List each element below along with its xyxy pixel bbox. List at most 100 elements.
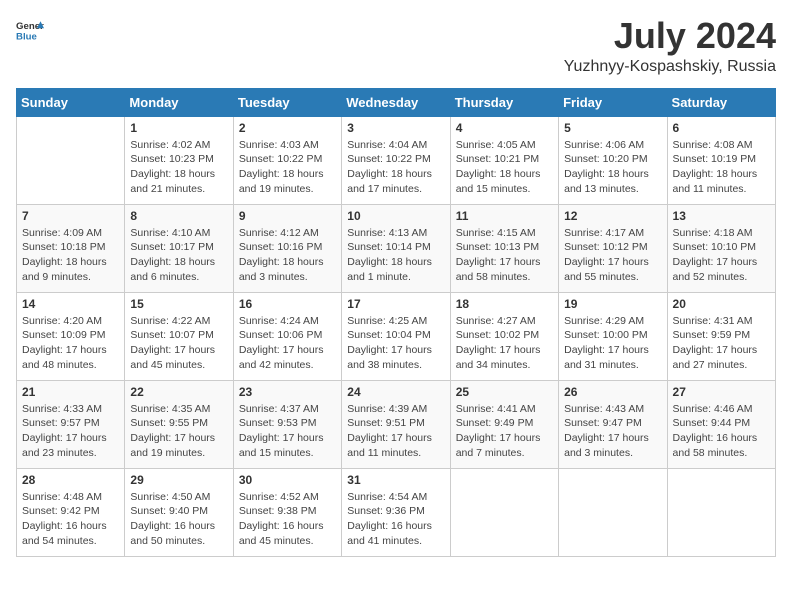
- day-header-thursday: Thursday: [450, 88, 558, 116]
- cell-info: Sunrise: 4:52 AMSunset: 9:38 PMDaylight:…: [239, 490, 336, 549]
- calendar-cell: 12 Sunrise: 4:17 AMSunset: 10:12 PMDaylig…: [559, 204, 667, 292]
- calendar-cell: 25 Sunrise: 4:41 AMSunset: 9:49 PMDayligh…: [450, 380, 558, 468]
- day-number: 10: [347, 209, 444, 223]
- cell-info: Sunrise: 4:18 AMSunset: 10:10 PMDaylight…: [673, 226, 770, 285]
- calendar-cell: 15 Sunrise: 4:22 AMSunset: 10:07 PMDaylig…: [125, 292, 233, 380]
- day-number: 14: [22, 297, 119, 311]
- calendar-cell: [17, 116, 125, 204]
- cell-info: Sunrise: 4:03 AMSunset: 10:22 PMDaylight…: [239, 138, 336, 197]
- calendar-body: 1 Sunrise: 4:02 AMSunset: 10:23 PMDayligh…: [17, 116, 776, 556]
- calendar-cell: 4 Sunrise: 4:05 AMSunset: 10:21 PMDayligh…: [450, 116, 558, 204]
- title-area: July 2024 Yuzhnyy-Kospashskiy, Russia: [564, 16, 776, 76]
- cell-info: Sunrise: 4:04 AMSunset: 10:22 PMDaylight…: [347, 138, 444, 197]
- calendar-cell: 14 Sunrise: 4:20 AMSunset: 10:09 PMDaylig…: [17, 292, 125, 380]
- cell-info: Sunrise: 4:27 AMSunset: 10:02 PMDaylight…: [456, 314, 553, 373]
- calendar-cell: 7 Sunrise: 4:09 AMSunset: 10:18 PMDayligh…: [17, 204, 125, 292]
- cell-info: Sunrise: 4:08 AMSunset: 10:19 PMDaylight…: [673, 138, 770, 197]
- day-header-sunday: Sunday: [17, 88, 125, 116]
- cell-info: Sunrise: 4:22 AMSunset: 10:07 PMDaylight…: [130, 314, 227, 373]
- day-number: 31: [347, 473, 444, 487]
- week-row-2: 7 Sunrise: 4:09 AMSunset: 10:18 PMDayligh…: [17, 204, 776, 292]
- cell-info: Sunrise: 4:33 AMSunset: 9:57 PMDaylight:…: [22, 402, 119, 461]
- calendar-cell: 5 Sunrise: 4:06 AMSunset: 10:20 PMDayligh…: [559, 116, 667, 204]
- cell-info: Sunrise: 4:24 AMSunset: 10:06 PMDaylight…: [239, 314, 336, 373]
- day-number: 1: [130, 121, 227, 135]
- cell-info: Sunrise: 4:05 AMSunset: 10:21 PMDaylight…: [456, 138, 553, 197]
- calendar-cell: 18 Sunrise: 4:27 AMSunset: 10:02 PMDaylig…: [450, 292, 558, 380]
- cell-info: Sunrise: 4:39 AMSunset: 9:51 PMDaylight:…: [347, 402, 444, 461]
- day-header-monday: Monday: [125, 88, 233, 116]
- calendar-cell: 27 Sunrise: 4:46 AMSunset: 9:44 PMDayligh…: [667, 380, 775, 468]
- day-number: 27: [673, 385, 770, 399]
- calendar-cell: 13 Sunrise: 4:18 AMSunset: 10:10 PMDaylig…: [667, 204, 775, 292]
- day-number: 4: [456, 121, 553, 135]
- day-number: 30: [239, 473, 336, 487]
- day-number: 26: [564, 385, 661, 399]
- day-number: 22: [130, 385, 227, 399]
- day-header-friday: Friday: [559, 88, 667, 116]
- calendar-cell: 9 Sunrise: 4:12 AMSunset: 10:16 PMDayligh…: [233, 204, 341, 292]
- day-header-wednesday: Wednesday: [342, 88, 450, 116]
- day-number: 28: [22, 473, 119, 487]
- calendar-cell: 2Sunrise: 4:03 AMSunset: 10:22 PMDayligh…: [233, 116, 341, 204]
- calendar-cell: 10 Sunrise: 4:13 AMSunset: 10:14 PMDaylig…: [342, 204, 450, 292]
- cell-info: Sunrise: 4:02 AMSunset: 10:23 PMDaylight…: [130, 138, 227, 197]
- calendar-cell: 20Sunrise: 4:31 AMSunset: 9:59 PMDayligh…: [667, 292, 775, 380]
- day-number: 24: [347, 385, 444, 399]
- cell-info: Sunrise: 4:25 AMSunset: 10:04 PMDaylight…: [347, 314, 444, 373]
- calendar-cell: 1 Sunrise: 4:02 AMSunset: 10:23 PMDayligh…: [125, 116, 233, 204]
- header: General Blue July 2024 Yuzhnyy-Kospashsk…: [16, 16, 776, 76]
- cell-info: Sunrise: 4:06 AMSunset: 10:20 PMDaylight…: [564, 138, 661, 197]
- week-row-3: 14 Sunrise: 4:20 AMSunset: 10:09 PMDaylig…: [17, 292, 776, 380]
- calendar-cell: 11Sunrise: 4:15 AMSunset: 10:13 PMDaylig…: [450, 204, 558, 292]
- calendar-cell: 6 Sunrise: 4:08 AMSunset: 10:19 PMDayligh…: [667, 116, 775, 204]
- day-number: 13: [673, 209, 770, 223]
- day-number: 9: [239, 209, 336, 223]
- cell-info: Sunrise: 4:20 AMSunset: 10:09 PMDaylight…: [22, 314, 119, 373]
- day-number: 21: [22, 385, 119, 399]
- calendar-cell: 8Sunrise: 4:10 AMSunset: 10:17 PMDayligh…: [125, 204, 233, 292]
- day-number: 18: [456, 297, 553, 311]
- calendar-cell: 29Sunrise: 4:50 AMSunset: 9:40 PMDayligh…: [125, 468, 233, 556]
- calendar-cell: 19Sunrise: 4:29 AMSunset: 10:00 PMDaylig…: [559, 292, 667, 380]
- day-number: 11: [456, 209, 553, 223]
- calendar-cell: 17 Sunrise: 4:25 AMSunset: 10:04 PMDaylig…: [342, 292, 450, 380]
- calendar-cell: 3 Sunrise: 4:04 AMSunset: 10:22 PMDayligh…: [342, 116, 450, 204]
- cell-info: Sunrise: 4:46 AMSunset: 9:44 PMDaylight:…: [673, 402, 770, 461]
- day-number: 17: [347, 297, 444, 311]
- day-number: 6: [673, 121, 770, 135]
- cell-info: Sunrise: 4:43 AMSunset: 9:47 PMDaylight:…: [564, 402, 661, 461]
- day-number: 7: [22, 209, 119, 223]
- cell-info: Sunrise: 4:13 AMSunset: 10:14 PMDaylight…: [347, 226, 444, 285]
- cell-info: Sunrise: 4:09 AMSunset: 10:18 PMDaylight…: [22, 226, 119, 285]
- calendar-cell: [667, 468, 775, 556]
- calendar-header: SundayMondayTuesdayWednesdayThursdayFrid…: [17, 88, 776, 116]
- day-number: 5: [564, 121, 661, 135]
- day-number: 23: [239, 385, 336, 399]
- day-number: 20: [673, 297, 770, 311]
- calendar-table: SundayMondayTuesdayWednesdayThursdayFrid…: [16, 88, 776, 557]
- cell-info: Sunrise: 4:17 AMSunset: 10:12 PMDaylight…: [564, 226, 661, 285]
- calendar-cell: 30 Sunrise: 4:52 AMSunset: 9:38 PMDayligh…: [233, 468, 341, 556]
- calendar-cell: [559, 468, 667, 556]
- calendar-cell: 26 Sunrise: 4:43 AMSunset: 9:47 PMDayligh…: [559, 380, 667, 468]
- day-header-saturday: Saturday: [667, 88, 775, 116]
- cell-info: Sunrise: 4:12 AMSunset: 10:16 PMDaylight…: [239, 226, 336, 285]
- days-of-week-row: SundayMondayTuesdayWednesdayThursdayFrid…: [17, 88, 776, 116]
- day-number: 12: [564, 209, 661, 223]
- calendar-cell: 23 Sunrise: 4:37 AMSunset: 9:53 PMDayligh…: [233, 380, 341, 468]
- day-number: 19: [564, 297, 661, 311]
- day-header-tuesday: Tuesday: [233, 88, 341, 116]
- day-number: 25: [456, 385, 553, 399]
- day-number: 15: [130, 297, 227, 311]
- calendar-cell: 24 Sunrise: 4:39 AMSunset: 9:51 PMDayligh…: [342, 380, 450, 468]
- location: Yuzhnyy-Kospashskiy, Russia: [564, 58, 776, 76]
- day-number: 29: [130, 473, 227, 487]
- cell-info: Sunrise: 4:37 AMSunset: 9:53 PMDaylight:…: [239, 402, 336, 461]
- svg-text:Blue: Blue: [16, 32, 37, 43]
- day-number: 3: [347, 121, 444, 135]
- calendar-cell: 28Sunrise: 4:48 AMSunset: 9:42 PMDayligh…: [17, 468, 125, 556]
- day-number: 8: [130, 209, 227, 223]
- month-year: July 2024: [564, 16, 776, 56]
- cell-info: Sunrise: 4:41 AMSunset: 9:49 PMDaylight:…: [456, 402, 553, 461]
